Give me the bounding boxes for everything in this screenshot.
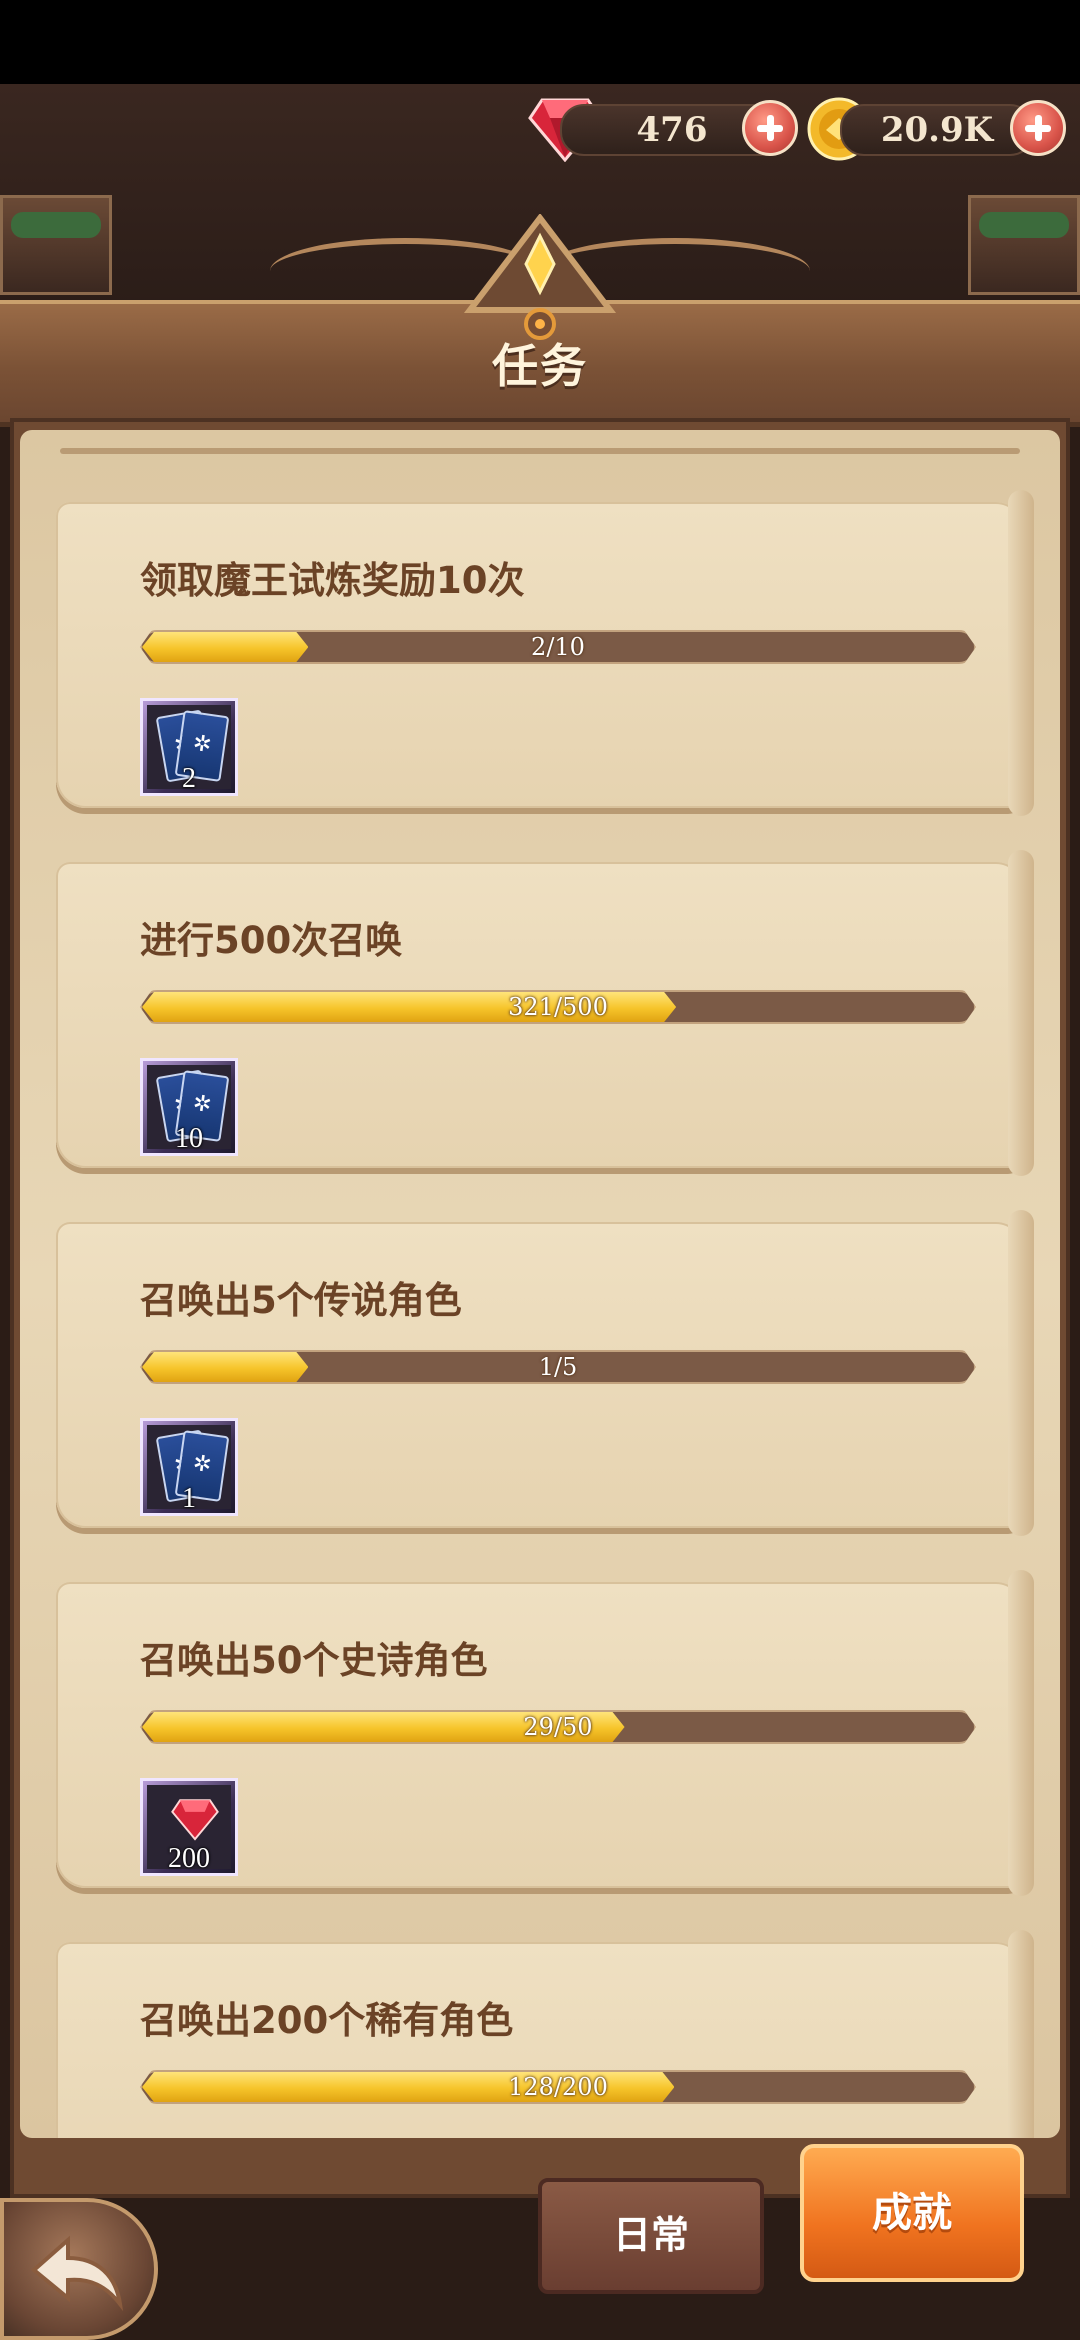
reward-amount: 10 [175, 1123, 203, 1154]
back-button[interactable] [0, 2198, 158, 2340]
progress-text: 2/10 [531, 633, 585, 661]
status-bar [0, 0, 1080, 84]
progress-bar: 321/500 [140, 990, 976, 1024]
quest-title: 领取魔王试炼奖励10次 [140, 559, 525, 602]
reward-summon-card[interactable]: ✲ ✲ 10 [140, 1058, 238, 1156]
quest-card: 领取魔王试炼奖励10次 2/10 ✲ ✲ 2 [56, 490, 1034, 816]
add-gems-button[interactable] [742, 100, 798, 156]
reward-summon-card[interactable]: ✲ ✲ 1 [140, 1418, 238, 1516]
progress-bar: 2/10 [140, 630, 976, 664]
back-arrow-icon [30, 2235, 124, 2312]
quest-title: 进行500次召唤 [140, 919, 403, 962]
reward-gems[interactable]: 200 [140, 1778, 238, 1876]
tab-achievement[interactable]: 成就 [800, 2144, 1024, 2282]
left-pillar [0, 195, 112, 295]
quest-card: 召唤出200个稀有角色 128/200 [56, 1930, 1034, 2138]
reward-amount: 1 [182, 1483, 196, 1514]
add-coins-button[interactable] [1010, 100, 1066, 156]
quest-title: 召唤出5个传说角色 [140, 1279, 462, 1322]
gem-count: 476 [636, 110, 708, 150]
quest-title: 召唤出50个史诗角色 [140, 1639, 488, 1682]
gem-icon [171, 1799, 219, 1841]
progress-text: 29/50 [523, 1713, 593, 1741]
crest-icon [463, 214, 617, 340]
quest-card: 进行500次召唤 321/500 ✲ ✲ 10 [56, 850, 1034, 1176]
reward-amount: 2 [182, 763, 196, 794]
page-title: 任务 [492, 339, 588, 393]
reward-summon-card[interactable]: ✲ ✲ 2 [140, 698, 238, 796]
progress-text: 321/500 [508, 993, 608, 1021]
progress-bar: 1/5 [140, 1350, 976, 1384]
progress-text: 128/200 [508, 2073, 608, 2101]
tab-daily[interactable]: 日常 [538, 2178, 764, 2294]
quest-title: 召唤出200个稀有角色 [140, 1999, 514, 2042]
coin-counter: 20.9K [840, 104, 1034, 156]
quest-list[interactable]: 领取魔王试炼奖励10次 2/10 ✲ ✲ 2 进行500次召唤 321/500 … [20, 430, 1060, 2138]
coin-count: 20.9K [880, 110, 994, 150]
right-pillar [968, 195, 1080, 295]
quest-card: 召唤出50个史诗角色 29/50 200 [56, 1570, 1034, 1896]
progress-bar: 29/50 [140, 1710, 976, 1744]
progress-text: 1/5 [538, 1353, 578, 1381]
progress-bar: 128/200 [140, 2070, 976, 2104]
reward-amount: 200 [168, 1843, 210, 1874]
quest-card: 召唤出5个传说角色 1/5 ✲ ✲ 1 [56, 1210, 1034, 1536]
